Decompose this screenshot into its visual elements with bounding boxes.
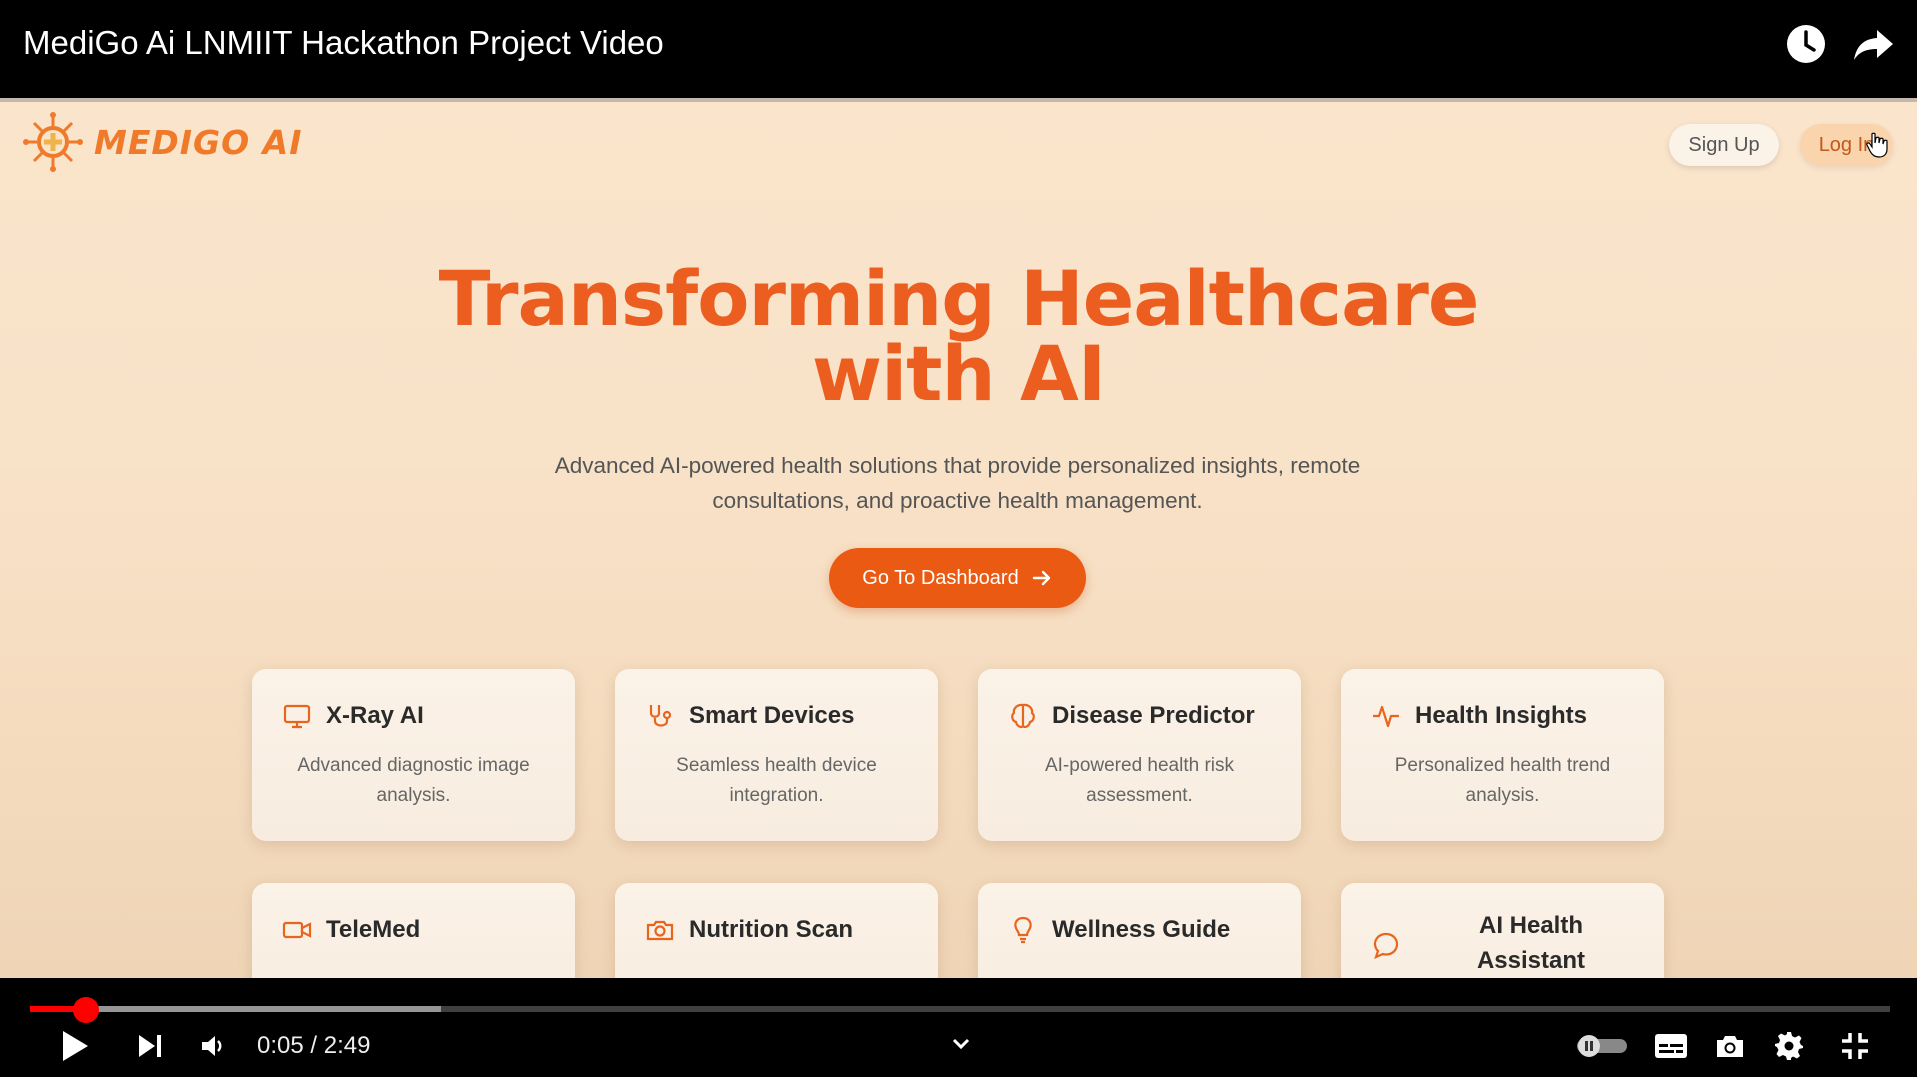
- site-logo[interactable]: MEDIGO AI: [22, 112, 303, 172]
- hero-title-line-2: with AI: [811, 329, 1106, 418]
- card-title: Smart Devices: [689, 702, 855, 729]
- player-top-bar: MediGo Ai LNMIIT Hackathon Project Video: [0, 0, 1917, 98]
- pulse-icon: [1373, 705, 1399, 728]
- feature-card-ai-health-assistant[interactable]: AI Health Assistant: [1341, 883, 1664, 978]
- chat-icon: [1373, 932, 1399, 959]
- clock-icon[interactable]: [1784, 22, 1828, 66]
- feature-card-disease-predictor[interactable]: Disease Predictor AI-powered health risk…: [978, 669, 1301, 841]
- feature-card-nutrition-scan[interactable]: Nutrition Scan: [615, 883, 938, 978]
- play-icon[interactable]: [55, 1026, 95, 1066]
- video-title[interactable]: MediGo Ai LNMIIT Hackathon Project Video: [23, 24, 664, 62]
- hero-title-line-1: Transforming Healthcare: [438, 254, 1480, 343]
- monitor-icon: [283, 704, 311, 729]
- card-title: AI Health Assistant: [1476, 912, 1586, 974]
- subtitles-icon[interactable]: [1654, 1026, 1688, 1066]
- feature-card-smart-devices[interactable]: Smart Devices Seamless health device int…: [615, 669, 938, 841]
- card-description: Advanced diagnostic image analysis.: [297, 755, 530, 806]
- mouse-pointer-icon: [1866, 132, 1888, 158]
- camera-icon[interactable]: [1714, 1026, 1746, 1066]
- brain-icon: [1011, 703, 1035, 729]
- lightbulb-icon: [1014, 916, 1032, 944]
- hero-subtitle: Advanced AI-powered health solutions tha…: [554, 453, 1361, 513]
- card-title: Wellness Guide: [1052, 916, 1231, 943]
- settings-icon[interactable]: [1772, 1026, 1806, 1066]
- card-description: AI-powered health risk assessment.: [1044, 755, 1235, 806]
- volume-icon[interactable]: [198, 1026, 228, 1066]
- feature-card-health-insights[interactable]: Health Insights Personalized health tren…: [1341, 669, 1664, 841]
- share-icon[interactable]: [1851, 22, 1895, 66]
- exit-fullscreen-icon[interactable]: [1838, 1026, 1872, 1066]
- next-icon[interactable]: [133, 1026, 167, 1066]
- stethoscope-icon: [649, 705, 672, 727]
- feature-card-xray-ai[interactable]: X-Ray AI Advanced diagnostic image analy…: [252, 669, 575, 841]
- hero-title: Transforming Healthcare with AI: [0, 254, 1917, 418]
- progress-scrubber[interactable]: [72, 997, 99, 1023]
- chevron-down-icon[interactable]: [946, 1024, 976, 1064]
- sign-up-button[interactable]: Sign Up: [1669, 124, 1779, 166]
- card-title: Health Insights: [1415, 702, 1588, 729]
- card-title: Disease Predictor: [1052, 702, 1255, 729]
- card-description: Seamless health device integration.: [676, 755, 877, 806]
- card-title: Nutrition Scan: [689, 916, 854, 943]
- feature-card-telemed[interactable]: TeleMed: [252, 883, 575, 978]
- time-display: 0:05 / 2:49: [257, 1032, 371, 1059]
- feature-card-wellness-guide[interactable]: Wellness Guide: [978, 883, 1301, 978]
- card-title: X-Ray AI: [326, 702, 424, 729]
- card-title: TeleMed: [326, 916, 421, 943]
- camera-icon: [646, 920, 674, 941]
- go-to-dashboard-label: Go To Dashboard: [862, 566, 1019, 589]
- card-description: Personalized health trend analysis.: [1394, 755, 1611, 806]
- video-frame[interactable]: MEDIGO AI Sign Up Log In Transforming He…: [0, 98, 1917, 978]
- go-to-dashboard-button[interactable]: Go To Dashboard: [829, 548, 1086, 608]
- autoplay-toggle-icon[interactable]: [1575, 1026, 1629, 1066]
- logo-text: MEDIGO AI: [94, 122, 303, 162]
- video-icon: [282, 921, 312, 939]
- arrow-right-icon: [1032, 570, 1050, 586]
- logo-emblem-icon: [23, 112, 83, 172]
